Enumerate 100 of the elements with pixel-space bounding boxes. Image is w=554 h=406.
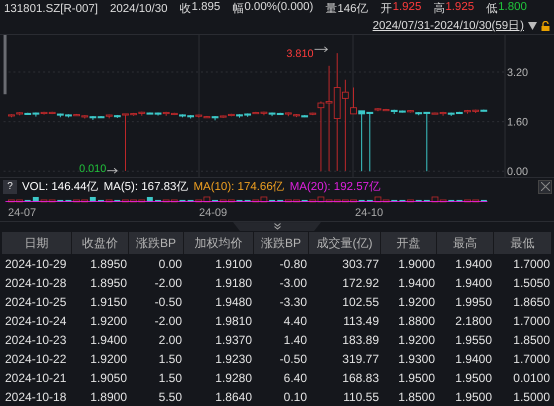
table-cell-text: 1.9810 [214, 312, 253, 330]
table-cell-text: 1.7000 [512, 312, 551, 330]
table-cell-text: 1.8900 [89, 388, 128, 406]
table-cell-text: 4.40 [282, 312, 308, 330]
help-button[interactable]: ? [3, 180, 17, 194]
table-cell-text: -0.50 [154, 294, 183, 311]
axis-label: 24-07 [8, 207, 36, 220]
close-icon [540, 182, 550, 192]
table-cell-text: 2024-10-29 [4, 256, 68, 273]
table-cell-text: 102.55 [341, 294, 380, 311]
table-cell-text: -0.50 [278, 350, 308, 368]
table-cell-text: 1.9280 [214, 370, 253, 387]
table-cell-text: 1.8950 [89, 274, 128, 292]
table-cell-text: 1.8640 [214, 388, 253, 406]
column-header[interactable]: 涨跌BP [254, 232, 309, 254]
table-cell-text: 183.89 [341, 332, 380, 349]
table-cell-text: 1.9200 [89, 350, 128, 368]
table-cell-text: 1.7000 [512, 350, 551, 368]
quote-value: 1.925 [445, 1, 474, 16]
quote-value: 0.00%(0.000) [244, 1, 314, 16]
quote-label: 幅 [232, 2, 244, 16]
close-button[interactable] [538, 180, 552, 194]
axis-label: 0.00 [507, 166, 528, 177]
table-cell-text: 1.9200 [397, 294, 436, 311]
table-cell-text: 168.83 [341, 370, 380, 387]
axis-label: 3.20 [507, 66, 528, 79]
table-cell-text: -2.00 [154, 312, 183, 330]
table-cell-text: 0.00 [158, 256, 183, 273]
quote-value: 1.895 [192, 1, 220, 16]
table-cell-text: 1.40 [282, 332, 308, 349]
table-cell-text: 113.49 [342, 312, 380, 330]
arrow-icon [314, 46, 328, 52]
table-cell-text: 1.9480 [214, 294, 253, 311]
column-header[interactable]: 最高 [437, 232, 494, 254]
table-cell-text: 2024-10-24 [4, 312, 68, 330]
table-cell-text: 303.77 [341, 256, 380, 273]
low-price-label: 0.010 [79, 162, 106, 174]
legend-text: MA(10): 174.66亿 [193, 180, 285, 194]
table-cell-text: 1.50 [158, 350, 183, 368]
table-cell-text: 1.9950 [454, 294, 493, 311]
column-header[interactable]: 最低 [494, 232, 552, 254]
table-cell-text: 1.8800 [397, 312, 436, 330]
table-cell-text: -2.00 [154, 274, 183, 292]
axis-label: 24-10 [355, 207, 384, 220]
table-cell-text: -3.30 [278, 294, 308, 311]
table-cell-text: 1.7000 [512, 256, 551, 273]
quote-value: 1.925 [392, 1, 422, 16]
legend-text: MA(5): 167.83亿 [104, 180, 188, 194]
table-cell-text: 1.9150 [89, 294, 128, 311]
quote-label: 低 [486, 2, 498, 16]
quote-date: 2024/10/30 [110, 2, 168, 15]
table-cell-text: 1.9200 [397, 332, 436, 349]
scrollbar[interactable] [4, 34, 7, 94]
table-cell-text: 1.50 [158, 370, 183, 387]
table-cell-text: 1.9370 [214, 332, 253, 349]
table-cell-text: 2024-10-18 [4, 388, 68, 406]
table-cell-text: 1.9400 [397, 274, 436, 292]
table-cell-text: 1.9400 [454, 256, 493, 273]
table-cell-text: 1.8500 [512, 332, 551, 349]
column-header[interactable]: 涨跌BP [129, 232, 184, 254]
quote-label: 量 [325, 2, 338, 16]
axis-label: 24-09 [199, 207, 228, 220]
table-cell-text: 1.9400 [454, 350, 493, 368]
table-cell-text: 1.9500 [454, 388, 493, 406]
table-cell-text: 1.9180 [214, 274, 253, 292]
quote-label: 收 [180, 2, 192, 16]
table-cell-text: 1.5000 [512, 388, 551, 406]
table-cell-text: 1.9500 [454, 370, 493, 387]
table-cell-text: 1.8500 [397, 388, 436, 406]
table-cell-text: 1.8950 [89, 256, 128, 273]
column-header[interactable]: 成交量(亿) [309, 232, 381, 254]
table-cell-text: 1.9230 [214, 350, 253, 368]
table-cell-text: 1.9400 [89, 332, 128, 349]
high-price-label: 3.810 [286, 48, 314, 60]
table-cell-text: 2.00 [158, 332, 183, 349]
table-cell-text: -3.00 [278, 274, 308, 292]
column-header[interactable]: 收盘价 [72, 232, 129, 254]
table-cell-text: 1.5050 [512, 274, 551, 292]
table-cell-text: 1.9200 [89, 312, 128, 330]
column-header[interactable]: 日期 [2, 232, 72, 254]
table-cell-text: 110.55 [342, 388, 380, 406]
table-cell-text: 0.10 [282, 388, 308, 406]
quote-value: 146亿 [337, 2, 369, 16]
table-cell-text: 172.92 [341, 274, 380, 292]
caret-icon[interactable] [528, 22, 537, 30]
table-cell-text: -0.80 [278, 256, 308, 273]
table-cell-text: 1.9300 [397, 350, 436, 368]
quote-label: 开 [380, 2, 393, 16]
quote-label: 高 [433, 1, 446, 16]
chevron-icon [274, 223, 280, 230]
column-header[interactable]: 开盘 [381, 232, 437, 254]
table-cell-text: 0.0100 [512, 370, 551, 387]
legend-text: VOL: 146.44亿 [22, 180, 99, 194]
date-range-link[interactable]: 2024/07/31-2024/10/30(59日) [372, 18, 524, 34]
table-cell-text: 1.9400 [454, 274, 493, 292]
lock-icon[interactable] [541, 20, 550, 31]
axis-label: 1.60 [507, 116, 528, 128]
column-header[interactable]: 加权均价 [184, 232, 254, 254]
legend-text: MA(20): 192.57亿 [290, 180, 381, 194]
table-cell-text: 2024-10-21 [4, 370, 68, 387]
